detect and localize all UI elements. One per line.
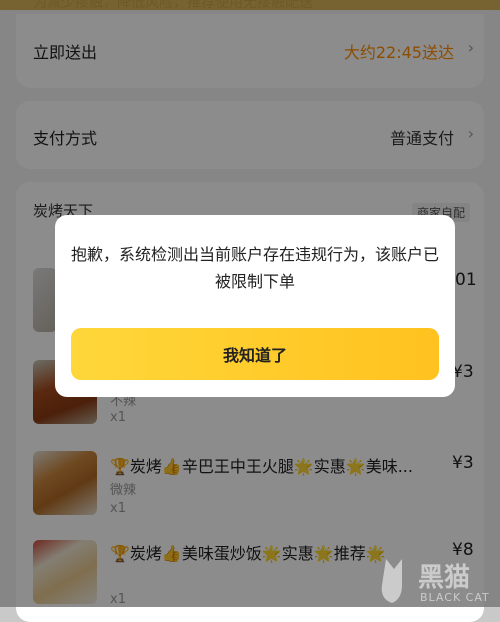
- watermark-en: BLACK CAT: [420, 591, 490, 604]
- dialog-message: 抱歉，系统检测出当前账户存在违规行为，该账户已被限制下单: [70, 245, 439, 291]
- black-cat-watermark: 黑猫 BLACK CAT: [372, 555, 500, 607]
- restriction-dialog: 抱歉，系统检测出当前账户存在违规行为，该账户已被限制下单 我知道了: [55, 215, 455, 397]
- watermark-cn: 黑猫: [418, 563, 471, 593]
- acknowledge-button[interactable]: 我知道了: [71, 328, 439, 380]
